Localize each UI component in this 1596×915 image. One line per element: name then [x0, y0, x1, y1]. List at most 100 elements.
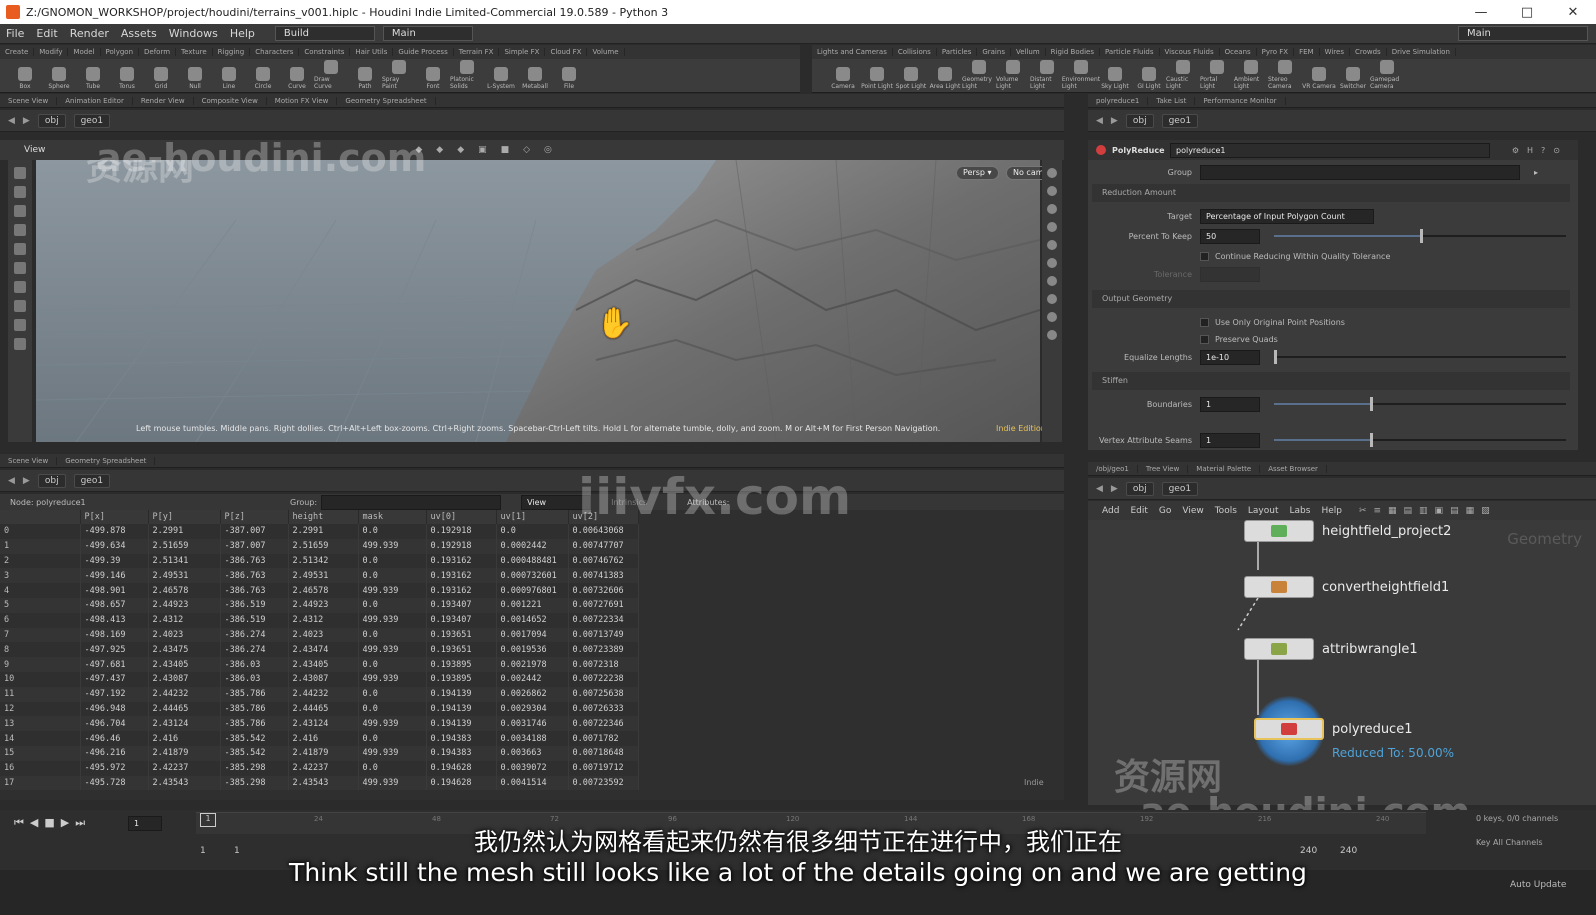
- shelf-tab[interactable]: Texture: [176, 48, 213, 56]
- rotate-tool-icon[interactable]: [14, 205, 26, 217]
- shelf-tab[interactable]: Create: [0, 48, 35, 56]
- shelf-tool[interactable]: Gamepad Camera: [1370, 60, 1404, 92]
- visibility-icon[interactable]: [1047, 258, 1057, 268]
- shelf-tool[interactable]: Circle: [246, 67, 280, 92]
- boundaries-slider[interactable]: [1274, 397, 1566, 411]
- shelf-tab[interactable]: Oceans: [1220, 48, 1257, 56]
- shelf-tab[interactable]: Characters: [250, 48, 300, 56]
- forward-arrow-icon[interactable]: ▶: [23, 476, 30, 486]
- percent-slider[interactable]: [1274, 229, 1566, 243]
- shelf-tool[interactable]: Font: [416, 67, 450, 92]
- menu-edit[interactable]: Edit: [30, 27, 63, 40]
- column-header[interactable]: P[x]: [80, 510, 149, 524]
- back-arrow-icon[interactable]: ◀: [1096, 484, 1103, 494]
- shelf-tab[interactable]: FEM: [1294, 48, 1320, 56]
- node-box[interactable]: [1254, 718, 1324, 740]
- shelf-tool[interactable]: Curve: [280, 67, 314, 92]
- tab-tree-view[interactable]: Tree View: [1138, 464, 1189, 473]
- orig-points-checkbox[interactable]: [1200, 317, 1209, 327]
- tab-material-palette[interactable]: Material Palette: [1188, 464, 1261, 473]
- ghost-icon[interactable]: [1047, 240, 1057, 250]
- shelf-tab[interactable]: Vellum: [1011, 48, 1046, 56]
- shelf-tool[interactable]: Draw Curve: [314, 60, 348, 92]
- select-tool-icon[interactable]: [14, 167, 26, 179]
- shelf-tool[interactable]: Geometry Light: [962, 60, 996, 92]
- output-section[interactable]: Output Geometry: [1092, 290, 1570, 308]
- param-header-icons[interactable]: ⚙H?⊙: [1512, 146, 1568, 155]
- path-geo1[interactable]: geo1: [1161, 113, 1199, 128]
- menu-windows[interactable]: Windows: [163, 27, 224, 40]
- column-header[interactable]: P[y]: [148, 510, 221, 524]
- shelf-tool[interactable]: Caustic Light: [1166, 60, 1200, 92]
- shelf-tab[interactable]: Deform: [139, 48, 177, 56]
- shelf-tab[interactable]: Model: [68, 48, 101, 56]
- select-arrow-icon[interactable]: ▸: [1534, 168, 1538, 177]
- menu-assets[interactable]: Assets: [115, 27, 163, 40]
- tab-scene-view[interactable]: Scene View: [0, 96, 58, 105]
- network-menu-view[interactable]: View: [1182, 506, 1203, 516]
- network-editor[interactable]: Geometry heightfield_project2 converthei…: [1088, 520, 1596, 805]
- column-header[interactable]: uv[1]: [496, 510, 569, 524]
- back-arrow-icon[interactable]: ◀: [8, 116, 15, 126]
- lighting-icon[interactable]: [1047, 222, 1057, 232]
- node-box[interactable]: [1244, 576, 1314, 598]
- render-region-icon[interactable]: [14, 338, 26, 350]
- shelf-tab[interactable]: Drive Simulation: [1387, 48, 1456, 56]
- shelf-tab[interactable]: Constraints: [299, 48, 351, 56]
- shelf-tool[interactable]: Area Light: [928, 67, 962, 92]
- shelf-tab[interactable]: Polygon: [101, 48, 140, 56]
- shelf-tab[interactable]: Modify: [34, 48, 69, 56]
- shelf-tool[interactable]: Tube: [76, 67, 110, 92]
- shelf-tool[interactable]: VR Camera: [1302, 67, 1336, 92]
- shelf-tool[interactable]: File: [552, 67, 586, 92]
- path-obj[interactable]: obj: [37, 113, 66, 128]
- shelf-tab[interactable]: Crowds: [1350, 48, 1387, 56]
- reduction-section[interactable]: Reduction Amount: [1092, 184, 1570, 202]
- tab-scene-view[interactable]: Scene View: [0, 456, 58, 465]
- shelf-tool[interactable]: Camera: [826, 67, 860, 92]
- desktop-selector[interactable]: Build: [274, 26, 375, 41]
- path-geo1[interactable]: geo1: [1161, 481, 1199, 496]
- perspective-button[interactable]: Persp ▾: [956, 166, 999, 180]
- paint-tool-icon[interactable]: [14, 300, 26, 312]
- tab-asset-browser[interactable]: Asset Browser: [1260, 464, 1327, 473]
- spreadsheet-group-field[interactable]: [321, 494, 502, 510]
- vertex-seams-slider[interactable]: [1274, 433, 1566, 447]
- shelf-tab[interactable]: Volume: [587, 48, 625, 56]
- vertex-seams-field[interactable]: 1: [1200, 432, 1260, 448]
- shelf-tool[interactable]: Sphere: [42, 67, 76, 92]
- target-menu[interactable]: Percentage of Input Polygon Count: [1200, 208, 1374, 224]
- column-header[interactable]: height: [288, 510, 359, 524]
- node-box[interactable]: [1244, 520, 1314, 542]
- forward-arrow-icon[interactable]: ▶: [1111, 116, 1118, 126]
- group-field[interactable]: [1200, 164, 1520, 180]
- maximize-button[interactable]: □: [1504, 5, 1550, 20]
- shelf-tab[interactable]: Simple FX: [499, 48, 546, 56]
- column-header[interactable]: mask: [358, 510, 427, 524]
- boundaries-field[interactable]: 1: [1200, 396, 1260, 412]
- shelf-tab[interactable]: Particles: [937, 48, 978, 56]
- network-menu-go[interactable]: Go: [1159, 506, 1171, 516]
- stiffen-section[interactable]: Stiffen: [1092, 372, 1570, 390]
- column-header[interactable]: [0, 510, 81, 524]
- move-tool-icon[interactable]: [14, 186, 26, 198]
- back-arrow-icon[interactable]: ◀: [8, 476, 15, 486]
- shelf-tab[interactable]: Lights and Cameras: [812, 48, 893, 56]
- uv-icon[interactable]: [1047, 312, 1057, 322]
- shelf-tab[interactable]: Particle Fluids: [1100, 48, 1160, 56]
- menu-help[interactable]: Help: [224, 27, 261, 40]
- back-arrow-icon[interactable]: ◀: [1096, 116, 1103, 126]
- snap-tool-icon[interactable]: [14, 319, 26, 331]
- shelf-tool[interactable]: Metaball: [518, 67, 552, 92]
- shelf-tab[interactable]: Guide Process: [393, 48, 454, 56]
- scale-tool-icon[interactable]: [14, 224, 26, 236]
- equalize-slider[interactable]: [1274, 350, 1566, 364]
- display-icon[interactable]: [1047, 168, 1057, 178]
- continue-checkbox[interactable]: [1200, 251, 1209, 261]
- tab-geometry-spreadsheet[interactable]: Geometry Spreadsheet: [57, 456, 156, 465]
- shelf-tab[interactable]: Cloud FX: [545, 48, 588, 56]
- node-name-field[interactable]: polyreduce1: [1170, 142, 1490, 158]
- display-option-icons[interactable]: ◆◆◆▣■◇◎: [415, 145, 566, 155]
- node-convertheightfield1[interactable]: convertheightfield1: [1244, 576, 1449, 598]
- 3d-viewport[interactable]: ✋ 资源网: [36, 160, 1040, 442]
